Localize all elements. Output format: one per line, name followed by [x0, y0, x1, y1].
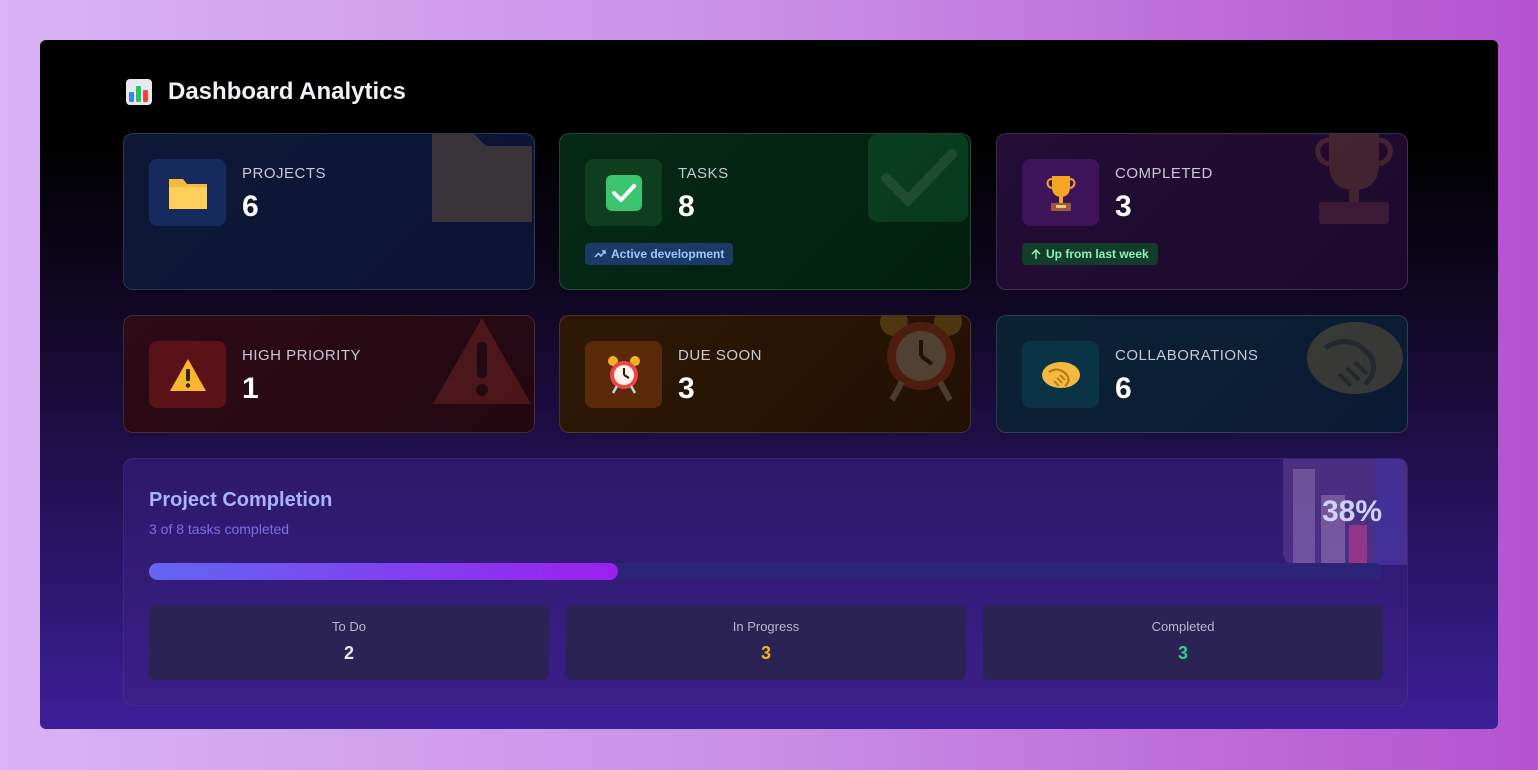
stat-to-do-value: 2: [343, 643, 354, 663]
handshake-icon: [1041, 361, 1080, 388]
stat-card-due-soon[interactable]: DUE SOON 3: [559, 315, 971, 433]
stat-completed: Completed 3: [983, 605, 1383, 680]
stat-card-projects[interactable]: PROJECTS 6: [123, 133, 535, 290]
collaborations-icon-box: [1022, 341, 1099, 408]
check-box-icon: [605, 174, 642, 211]
projects-label: PROJECTS: [242, 165, 327, 182]
completed-status-badge: Up from last week: [1022, 243, 1158, 265]
stat-completed-value: 3: [1177, 643, 1188, 663]
stat-to-do: To Do 2: [149, 605, 549, 680]
completion-progress-fill: [149, 563, 618, 580]
completion-subtitle: 3 of 8 tasks completed: [149, 521, 290, 537]
tasks-label: TASKS: [678, 165, 729, 182]
alarm-clock-icon: [607, 355, 640, 394]
tasks-badge-text: Active development: [611, 247, 725, 261]
warning-icon: [169, 358, 206, 391]
completion-progress-bar: [149, 563, 1383, 580]
stat-completed-label: Completed: [1151, 619, 1215, 634]
bar-chart-icon: [126, 79, 152, 105]
completed-label: COMPLETED: [1115, 165, 1213, 182]
dashboard-frame: Dashboard Analytics PROJECTS 6 TASKS 8 A…: [40, 40, 1498, 729]
arrow-up-icon: [1031, 248, 1041, 259]
tasks-count: 8: [678, 190, 695, 223]
trophy-icon: [1315, 134, 1393, 224]
stat-in-progress-value: 3: [760, 643, 771, 663]
stat-card-high-priority[interactable]: HIGH PRIORITY 1: [123, 315, 535, 433]
page-title: Dashboard Analytics: [168, 78, 406, 105]
folder-icon: [432, 134, 532, 222]
stat-to-do-label: To Do: [332, 619, 366, 634]
folder-icon: [168, 178, 207, 209]
collaborations-count: 6: [1115, 372, 1132, 405]
completed-badge-text: Up from last week: [1046, 247, 1149, 261]
projects-icon-box: [149, 159, 226, 226]
check-mark-icon: [868, 134, 968, 222]
tasks-icon-box: [585, 159, 662, 226]
tasks-status-badge: Active development: [585, 243, 734, 265]
collaborations-label: COLLABORATIONS: [1115, 347, 1259, 364]
stat-card-completed[interactable]: COMPLETED 3 Up from last week: [996, 133, 1408, 290]
due-soon-label: DUE SOON: [678, 347, 763, 364]
due-soon-count: 3: [678, 372, 695, 405]
completed-icon-box: [1022, 159, 1099, 226]
stat-in-progress: In Progress 3: [566, 605, 966, 680]
due-soon-icon-box: [585, 341, 662, 408]
high-priority-label: HIGH PRIORITY: [242, 347, 362, 364]
projects-count: 6: [242, 190, 259, 223]
completion-title: Project Completion: [149, 489, 333, 511]
trophy-icon: [1046, 175, 1075, 211]
alarm-clock-icon: [880, 316, 962, 402]
trend-up-icon: [594, 250, 606, 258]
high-priority-count: 1: [242, 372, 259, 405]
dashboard-header: Dashboard Analytics: [126, 78, 406, 106]
stat-in-progress-label: In Progress: [732, 619, 800, 634]
stat-card-collaborations[interactable]: COLLABORATIONS 6: [996, 315, 1408, 433]
project-completion-panel: Project Completion 3 of 8 tasks complete…: [123, 458, 1408, 706]
completion-percent: 38%: [1321, 495, 1382, 528]
high-priority-icon-box: [149, 341, 226, 408]
completed-count: 3: [1115, 190, 1132, 223]
warning-icon: [433, 318, 531, 404]
handshake-icon: [1307, 322, 1403, 394]
stat-card-tasks[interactable]: TASKS 8 Active development: [559, 133, 971, 290]
